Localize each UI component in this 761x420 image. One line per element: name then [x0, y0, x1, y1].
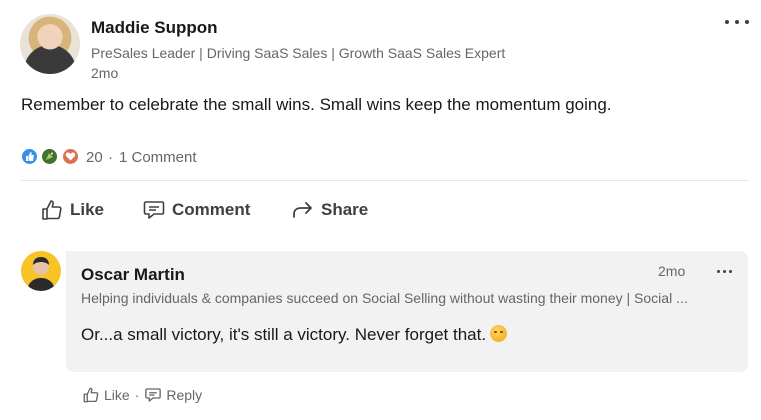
love-icon: [62, 148, 79, 165]
share-button[interactable]: Share: [291, 193, 368, 227]
comment-text: Or...a small victory, it's still a victo…: [81, 325, 508, 345]
celebrate-icon: [41, 148, 58, 165]
like-icon: [21, 148, 38, 165]
comment-reply-label: Reply: [166, 387, 203, 403]
comment-count[interactable]: 1 Comment: [119, 149, 197, 166]
commenter-name[interactable]: Oscar Martin: [81, 265, 185, 285]
thumbs-up-icon: [83, 387, 99, 403]
post-timestamp: 2mo: [91, 65, 119, 81]
author-name[interactable]: Maddie Suppon: [91, 18, 218, 38]
comment-timestamp: 2mo: [658, 263, 686, 279]
like-label: Like: [70, 200, 105, 219]
separator-dot: ·: [134, 387, 140, 403]
comment-reply-button[interactable]: Reply: [144, 386, 202, 404]
comment-like-button[interactable]: Like: [82, 386, 130, 404]
divider: [21, 180, 749, 181]
smiling-face-icon: [490, 325, 508, 342]
comment-button[interactable]: Comment: [142, 193, 250, 227]
reaction-icons[interactable]: [21, 148, 81, 166]
comment-text-body: Or...a small victory, it's still a victo…: [81, 325, 487, 344]
comment-icon: [143, 201, 165, 219]
comment-like-label: Like: [104, 387, 130, 403]
post-more-options-button[interactable]: [722, 12, 752, 32]
separator-dot: ·: [108, 149, 113, 166]
comment-label: Comment: [172, 200, 251, 219]
thumbs-up-icon: [42, 200, 62, 220]
author-headline: PreSales Leader | Driving SaaS Sales | G…: [91, 45, 506, 61]
author-avatar[interactable]: [20, 14, 80, 74]
share-label: Share: [321, 200, 369, 219]
share-arrow-icon: [293, 202, 312, 218]
like-button[interactable]: Like: [40, 193, 104, 227]
commenter-avatar[interactable]: [21, 251, 61, 291]
comment-icon: [145, 388, 162, 402]
commenter-headline: Helping individuals & companies succeed …: [81, 290, 688, 306]
comment-more-options-button[interactable]: [712, 262, 738, 280]
post-text: Remember to celebrate the small wins. Sm…: [21, 95, 612, 114]
reaction-count[interactable]: 20: [86, 149, 103, 166]
comment-actions: Like · Reply: [82, 384, 202, 406]
